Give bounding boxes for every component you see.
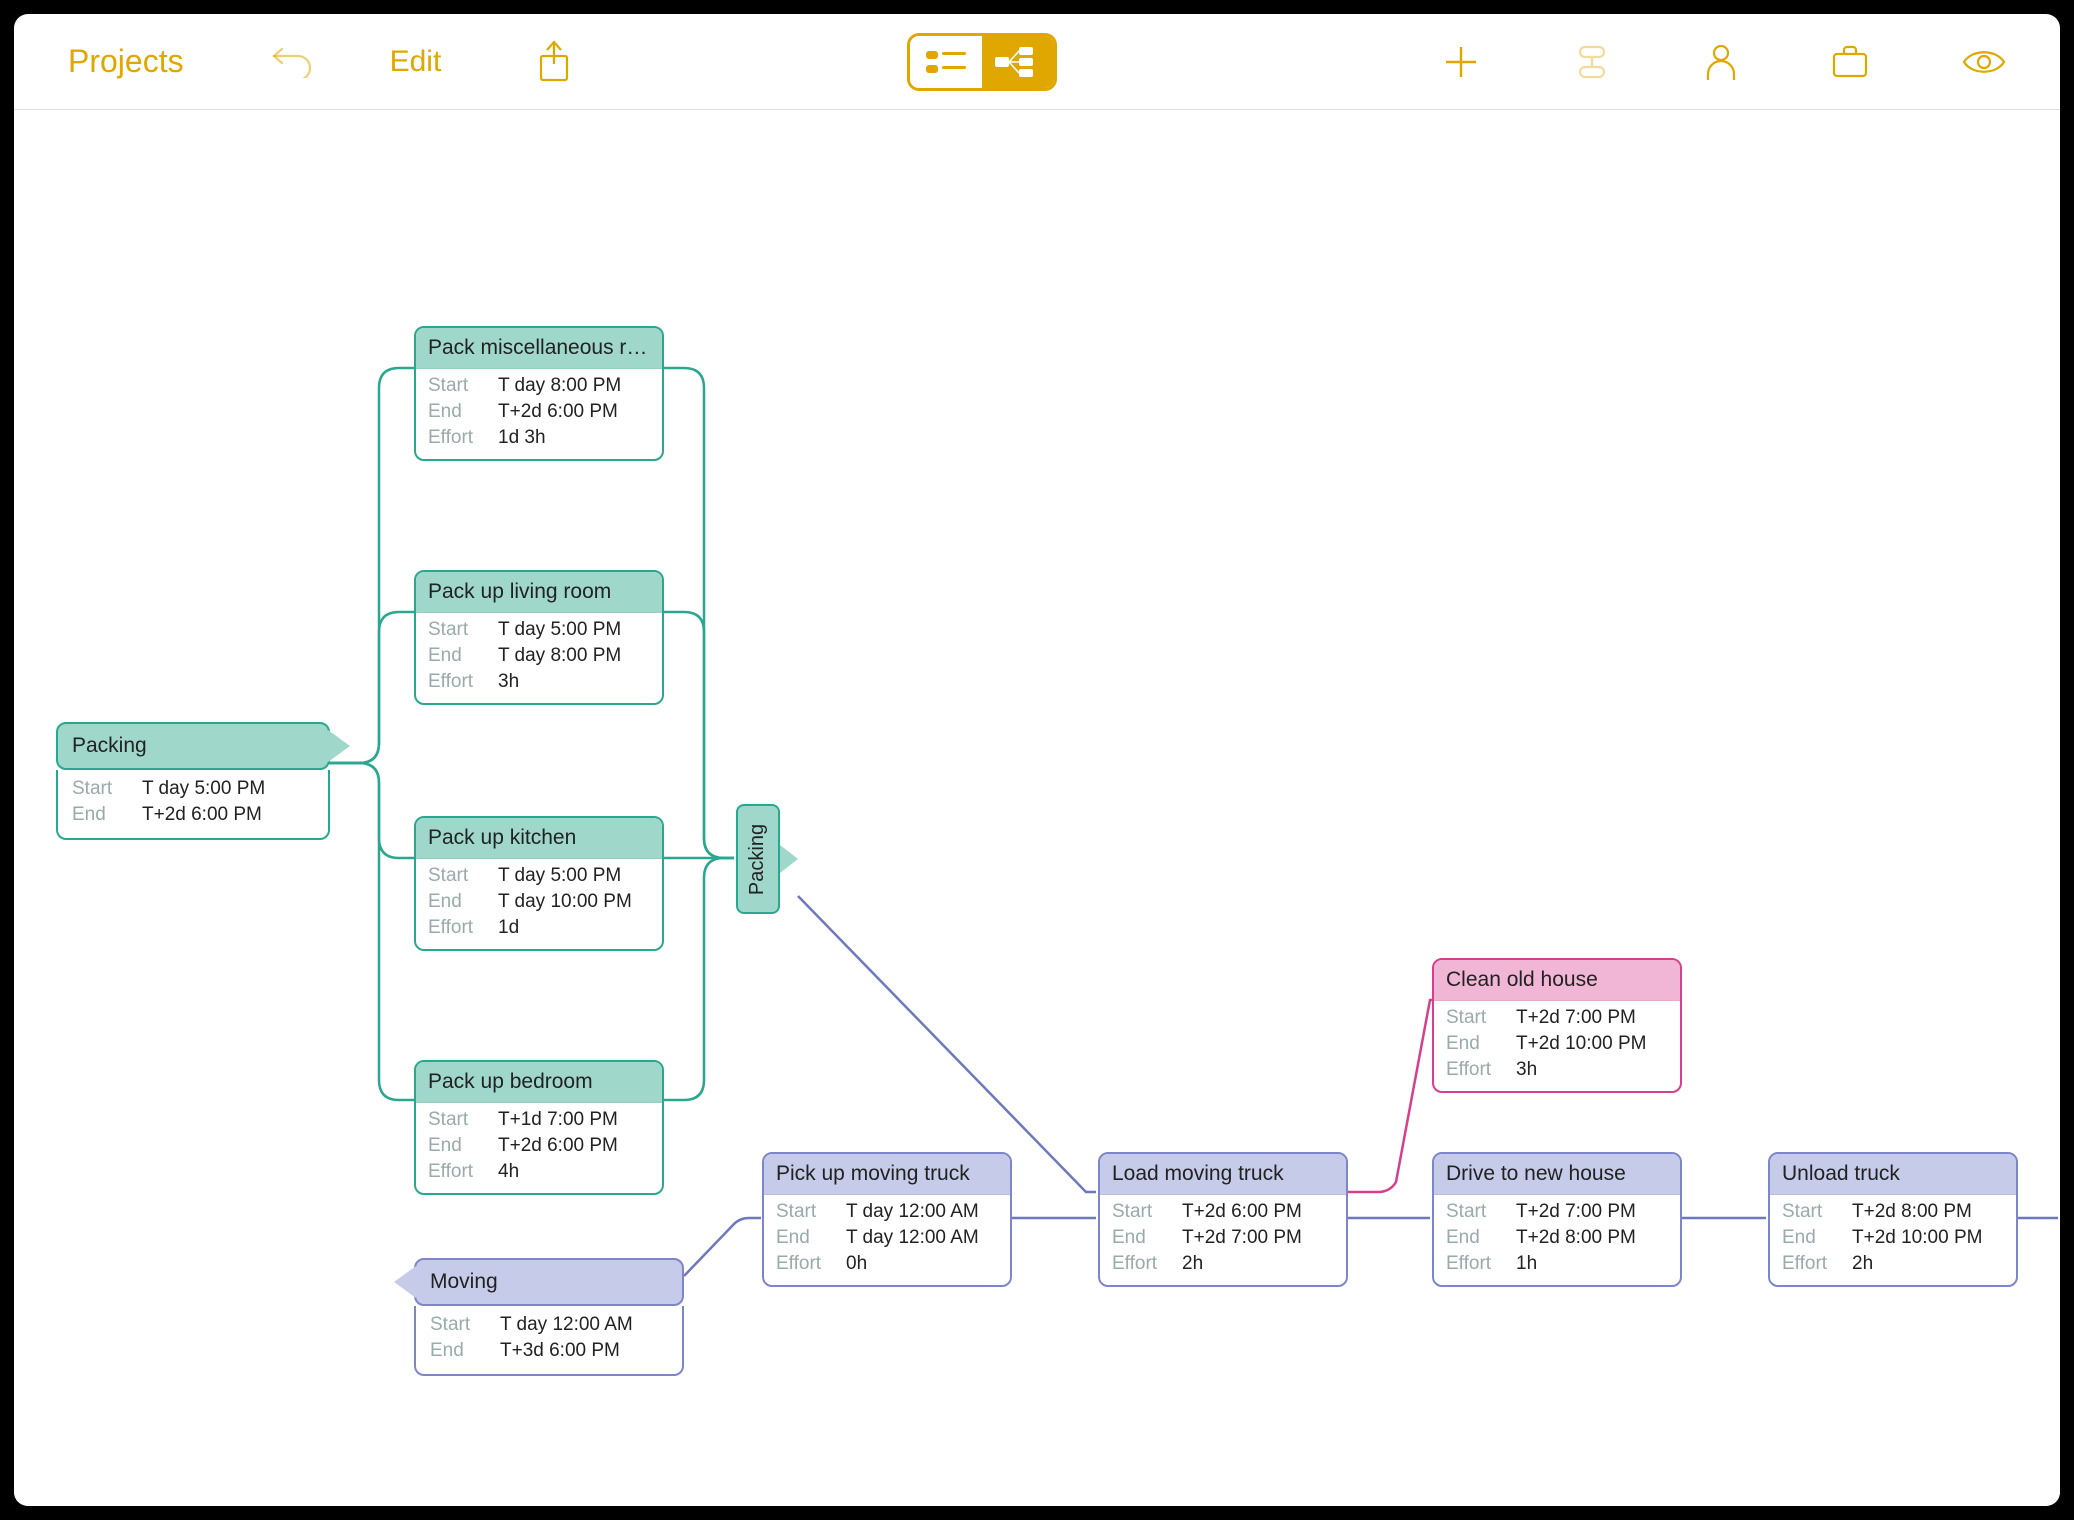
briefcase-button[interactable] [1812, 36, 1888, 88]
edit-button[interactable]: Edit [372, 37, 460, 87]
node-unload-truck[interactable]: Unload truck StartT+2d 8:00 PM EndT+2d 1… [1768, 1152, 2018, 1287]
packing-start: T day 5:00 PM [142, 778, 314, 800]
node-title: Drive to new house [1434, 1154, 1680, 1195]
toolbar: Projects Edit [14, 14, 2060, 110]
view-mode-segmented[interactable] [907, 33, 1057, 91]
group-title: Packing [747, 823, 770, 894]
node-clean-house[interactable]: Clean old house StartT+2d 7:00 PM EndT+2… [1432, 958, 1682, 1093]
node-load-truck[interactable]: Load moving truck StartT+2d 6:00 PM EndT… [1098, 1152, 1348, 1287]
node-pack-misc[interactable]: Pack miscellaneous ro… StartT day 8:00 P… [414, 326, 664, 461]
node-title: Pack up kitchen [416, 818, 662, 859]
node-pack-bedroom[interactable]: Pack up bedroom StartT+1d 7:00 PM EndT+2… [414, 1060, 664, 1195]
add-button[interactable] [1424, 35, 1498, 89]
view-mode-list[interactable] [910, 36, 982, 88]
group-packing-collapse[interactable]: Packing [736, 804, 780, 914]
node-title: Pack up bedroom [416, 1062, 662, 1103]
group-moving[interactable]: Moving StartT day 12:00 AM EndT+3d 6:00 … [414, 1258, 684, 1376]
node-title: Unload truck [1770, 1154, 2016, 1195]
eye-button[interactable] [1944, 39, 2024, 85]
label-start: Start [72, 778, 142, 800]
resources-button[interactable] [1686, 34, 1756, 90]
group-packing[interactable]: Packing StartT day 5:00 PM EndT+2d 6:00 … [56, 722, 330, 840]
node-title: Clean old house [1434, 960, 1680, 1001]
packing-end: T+2d 6:00 PM [142, 804, 314, 826]
label-end: End [72, 804, 142, 826]
node-title: Pack up living room [416, 572, 662, 613]
view-mode-network[interactable] [982, 36, 1054, 88]
node-pickup-truck[interactable]: Pick up moving truck StartT day 12:00 AM… [762, 1152, 1012, 1287]
node-title: Pack miscellaneous ro… [416, 328, 662, 369]
projects-button[interactable]: Projects [50, 35, 202, 88]
group-title: Packing [72, 734, 147, 757]
node-title: Load moving truck [1100, 1154, 1346, 1195]
group-title: Moving [430, 1270, 498, 1293]
network-canvas[interactable]: Packing StartT day 5:00 PM EndT+2d 6:00 … [14, 110, 2060, 1506]
undo-button[interactable] [252, 38, 332, 86]
node-drive[interactable]: Drive to new house StartT+2d 7:00 PM End… [1432, 1152, 1682, 1287]
node-pack-living[interactable]: Pack up living room StartT day 5:00 PM E… [414, 570, 664, 705]
node-title: Pick up moving truck [764, 1154, 1010, 1195]
share-button[interactable] [519, 32, 589, 92]
node-pack-kitchen[interactable]: Pack up kitchen StartT day 5:00 PM EndT … [414, 816, 664, 951]
link-mode-button[interactable] [1554, 35, 1630, 89]
